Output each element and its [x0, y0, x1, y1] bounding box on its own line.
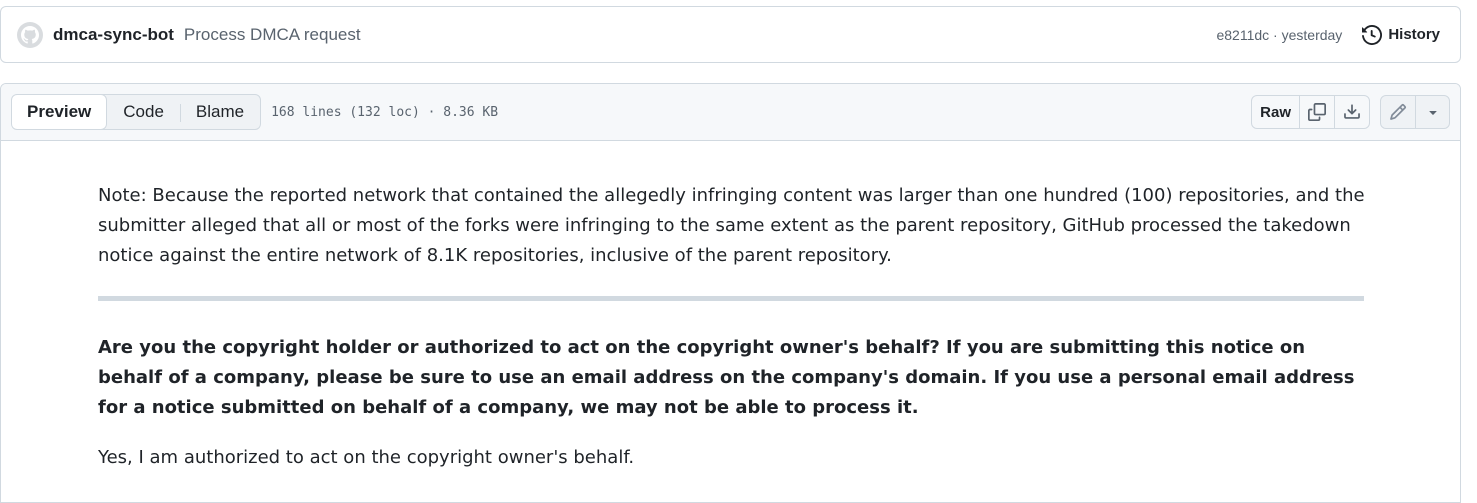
edit-file-button[interactable]	[1381, 96, 1415, 128]
horizontal-rule	[98, 296, 1364, 301]
copyright-holder-question: Are you the copyright holder or authoriz…	[98, 337, 1355, 418]
github-avatar-icon	[21, 25, 39, 44]
file-header: Preview Code Blame 168 lines (132 loc) ·…	[1, 84, 1460, 141]
download-icon	[1344, 104, 1360, 119]
commit-sha-and-date[interactable]: e8211dc · yesterday	[1216, 27, 1342, 43]
latest-commit-bar: dmca-sync-bot Process DMCA request e8211…	[0, 6, 1461, 63]
tab-preview[interactable]: Preview	[12, 95, 108, 129]
commit-author-link[interactable]: dmca-sync-bot	[53, 25, 174, 45]
download-raw-button[interactable]	[1334, 96, 1369, 128]
triangle-down-icon	[1428, 111, 1437, 115]
history-label: History	[1388, 26, 1440, 43]
copy-icon	[1308, 103, 1326, 121]
author-avatar[interactable]	[17, 21, 43, 48]
edit-actions-group	[1380, 95, 1450, 129]
commit-message-link[interactable]: Process DMCA request	[184, 25, 361, 45]
file-actions-group: Raw	[1251, 95, 1370, 129]
history-icon	[1362, 24, 1383, 45]
copy-raw-button[interactable]	[1299, 96, 1334, 128]
pencil-icon	[1390, 104, 1406, 120]
more-edit-options-button[interactable]	[1415, 96, 1449, 128]
raw-button[interactable]: Raw	[1252, 96, 1299, 128]
tab-blame[interactable]: Blame	[179, 95, 260, 129]
tab-code[interactable]: Code	[107, 95, 180, 129]
view-mode-segmented-control: Preview Code Blame	[11, 94, 262, 130]
copyright-holder-answer: Yes, I am authorized to act on the copyr…	[98, 447, 635, 468]
markdown-body: Note: Because the reported network that …	[1, 141, 1460, 473]
file-stats: 168 lines (132 loc) · 8.36 KB	[271, 104, 499, 120]
history-button[interactable]: History	[1362, 24, 1440, 45]
file-viewer: Preview Code Blame 168 lines (132 loc) ·…	[0, 83, 1461, 503]
network-note-paragraph: Note: Because the reported network that …	[98, 185, 1365, 266]
